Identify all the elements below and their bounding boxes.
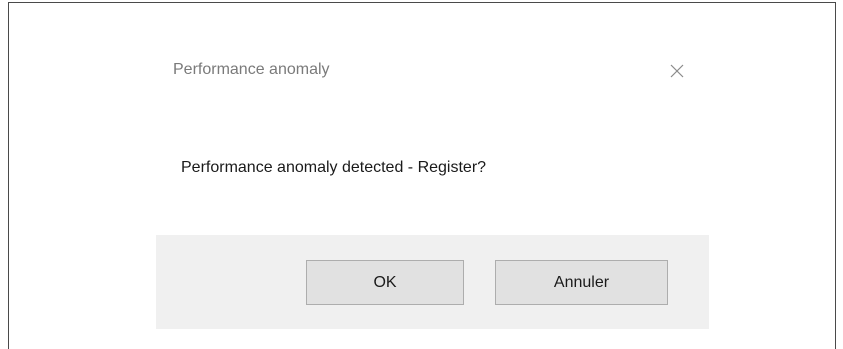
window-border-top	[8, 2, 836, 3]
window-border-right	[835, 2, 836, 349]
cancel-button[interactable]: Annuler	[495, 260, 668, 305]
window-border-left	[8, 2, 9, 349]
dialog-title: Performance anomaly	[173, 61, 330, 78]
dialog-window: Performance anomaly Performance anomaly …	[0, 0, 843, 349]
close-icon	[670, 64, 684, 78]
dialog-message: Performance anomaly detected - Register?	[181, 159, 487, 176]
dialog-footer: OK Annuler	[156, 235, 709, 329]
ok-button[interactable]: OK	[306, 260, 464, 305]
close-button[interactable]	[662, 56, 692, 86]
